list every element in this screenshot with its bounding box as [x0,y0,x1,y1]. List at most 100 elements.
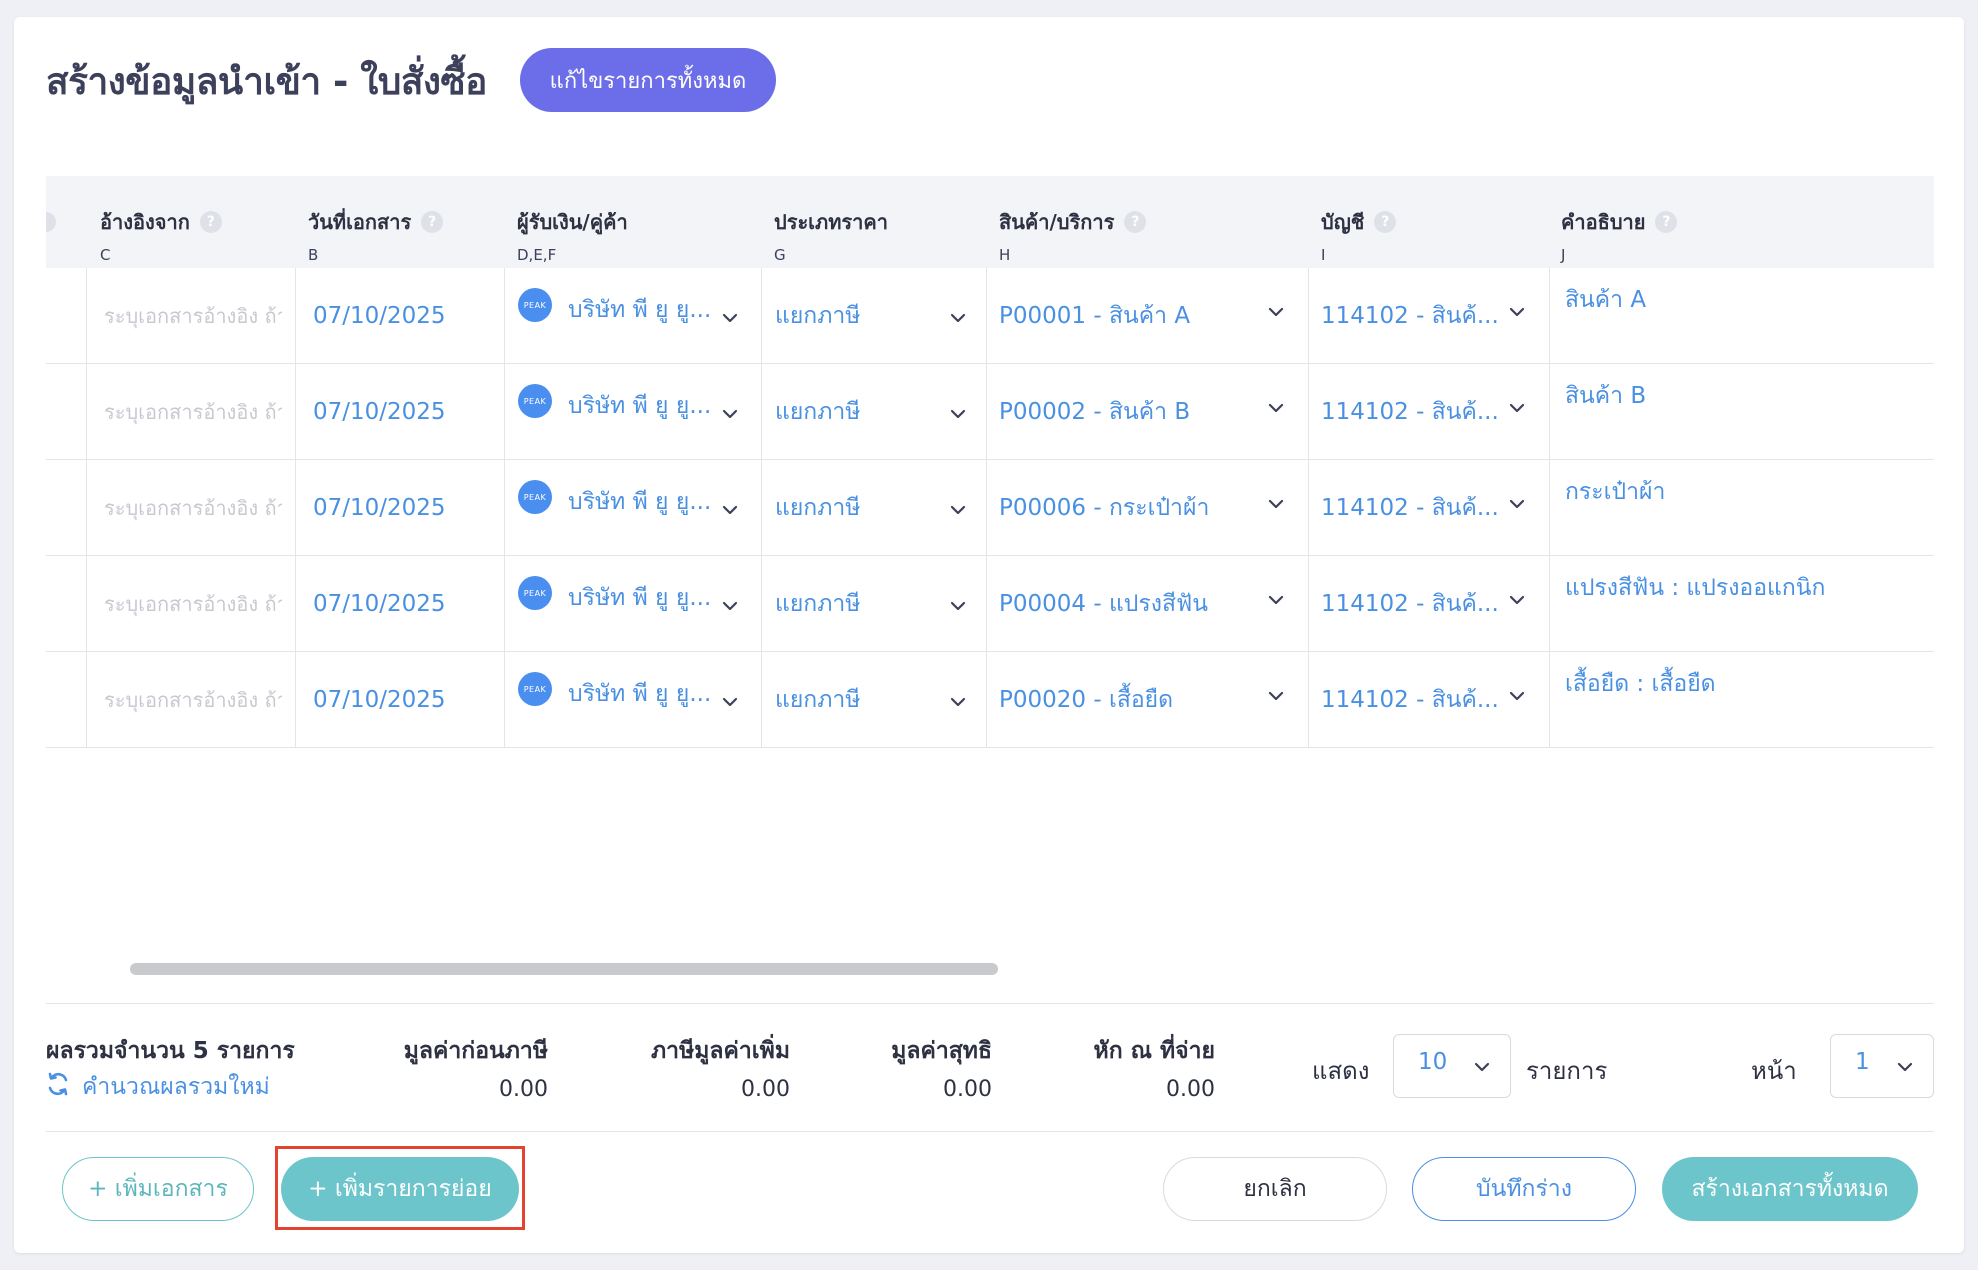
reference-input[interactable]: ระบุเอกสารอ้างอิง ถ้ามี [104,268,282,363]
column-divider [986,364,987,459]
chevron-down-icon [1895,1057,1915,1077]
chevron-down-icon[interactable] [720,596,740,616]
price-type-select[interactable]: แยกภาษี [775,652,860,747]
summary-count: ผลรวมจำนวน 5 รายการ [46,1038,295,1064]
product-select[interactable]: P00001 - สินค้า A [999,268,1190,363]
column-header-description: คำอธิบาย? J [1561,206,1678,264]
chevron-down-icon[interactable] [1266,590,1286,610]
chevron-down-icon[interactable] [1266,302,1286,322]
column-divider [504,556,505,651]
add-document-button[interactable]: + เพิ่มเอกสาร [62,1157,254,1221]
description-input[interactable]: สินค้า A [1565,282,1646,318]
contact-select[interactable]: PEAK บริษัท พี ยู ยู... [518,364,711,459]
edit-all-button[interactable]: แก้ไขรายการทั้งหมด [520,48,776,112]
chevron-down-icon[interactable] [1507,686,1527,706]
contact-select[interactable]: PEAK บริษัท พี ยู ยู... [518,268,711,363]
table-row: ระบุเอกสารอ้างอิง ถ้ามี 07/10/2025 PEAK บริ… [46,652,1934,748]
column-divider [1308,652,1309,747]
document-date[interactable]: 07/10/2025 [313,268,446,363]
column-divider [295,364,296,459]
description-input[interactable]: แปรงสีฟัน : แปรงออแกนิก [1565,570,1825,606]
peak-logo: PEAK [518,480,552,514]
column-divider [1308,268,1309,363]
divider [46,1131,1934,1132]
product-select[interactable]: P00004 - แปรงสีฟัน [999,556,1208,651]
create-all-button[interactable]: สร้างเอกสารทั้งหมด [1662,1157,1918,1221]
peak-logo: PEAK [518,384,552,418]
description-input[interactable]: เสื้อยืด : เสื้อยืด [1565,666,1716,702]
help-icon[interactable]: ? [199,211,222,233]
chevron-down-icon[interactable] [948,404,968,424]
chevron-down-icon[interactable] [1507,302,1527,322]
column-divider [986,460,987,555]
column-divider [1549,460,1550,555]
document-date[interactable]: 07/10/2025 [313,652,446,747]
chevron-down-icon[interactable] [948,692,968,712]
chevron-down-icon[interactable] [948,308,968,328]
price-type-select[interactable]: แยกภาษี [775,364,860,459]
contact-value: บริษัท พี ยู ยู... [568,489,712,515]
column-divider [761,364,762,459]
peak-logo: PEAK [518,288,552,322]
contact-select[interactable]: PEAK บริษัท พี ยู ยู... [518,460,711,555]
product-select[interactable]: P00002 - สินค้า B [999,364,1190,459]
page-label: หน้า [1751,1057,1797,1085]
product-select[interactable]: P00020 - เสื้อยืด [999,652,1173,747]
column-divider [295,460,296,555]
contact-value: บริษัท พี ยู ยู... [568,297,712,323]
account-select[interactable]: 114102 - สินค้... [1321,460,1499,555]
account-select[interactable]: 114102 - สินค้... [1321,556,1499,651]
help-icon[interactable]: ? [1124,211,1147,233]
document-date[interactable]: 07/10/2025 [313,364,446,459]
account-select[interactable]: 114102 - สินค้... [1321,364,1499,459]
help-icon[interactable]: ? [1655,211,1678,233]
chevron-down-icon[interactable] [1507,494,1527,514]
contact-select[interactable]: PEAK บริษัท พี ยู ยู... [518,652,711,747]
product-select[interactable]: P00006 - กระเป๋าผ้า [999,460,1209,555]
reference-input[interactable]: ระบุเอกสารอ้างอิง ถ้ามี [104,364,282,459]
chevron-down-icon[interactable] [948,500,968,520]
description-input[interactable]: กระเป๋าผ้า [1565,474,1665,510]
contact-value: บริษัท พี ยู ยู... [568,681,712,707]
cancel-button[interactable]: ยกเลิก [1163,1157,1387,1221]
horizontal-scrollbar[interactable] [130,963,998,975]
help-icon[interactable]: ? [421,211,444,233]
reference-input[interactable]: ระบุเอกสารอ้างอิง ถ้ามี [104,652,282,747]
chevron-down-icon[interactable] [720,692,740,712]
price-type-select[interactable]: แยกภาษี [775,268,860,363]
chevron-down-icon[interactable] [720,308,740,328]
column-divider [761,268,762,363]
chevron-down-icon[interactable] [720,404,740,424]
chevron-down-icon[interactable] [948,596,968,616]
reference-input[interactable]: ระบุเอกสารอ้างอิง ถ้ามี [104,556,282,651]
page-size-select[interactable]: 10 [1393,1034,1511,1098]
summary-subtotal: มูลค่าก่อนภาษี 0.00 [403,1038,548,1102]
page-select[interactable]: 1 [1830,1034,1934,1098]
chevron-down-icon[interactable] [1266,494,1286,514]
import-table: อ้างอิงจาก? C วันที่เอกสาร? B ผู้รับเงิน… [46,176,1934,748]
save-draft-button[interactable]: บันทึกร่าง [1412,1157,1636,1221]
chevron-down-icon[interactable] [1266,398,1286,418]
document-date[interactable]: 07/10/2025 [313,556,446,651]
price-type-select[interactable]: แยกภาษี [775,460,860,555]
column-header-product: สินค้า/บริการ? H [999,206,1147,264]
items-label: รายการ [1526,1057,1608,1085]
account-select[interactable]: 114102 - สินค้... [1321,652,1499,747]
column-divider [295,652,296,747]
recalculate-link[interactable]: คำนวณผลรวมใหม่ [46,1069,270,1105]
column-divider [504,652,505,747]
column-header-price-type: ประเภทราคา G [774,210,888,264]
chevron-down-icon[interactable] [1507,398,1527,418]
table-header: อ้างอิงจาก? C วันที่เอกสาร? B ผู้รับเงิน… [46,176,1934,268]
price-type-select[interactable]: แยกภาษี [775,556,860,651]
account-select[interactable]: 114102 - สินค้... [1321,268,1499,363]
chevron-down-icon[interactable] [720,500,740,520]
help-icon[interactable]: ? [1374,211,1397,233]
description-input[interactable]: สินค้า B [1565,378,1646,414]
reference-input[interactable]: ระบุเอกสารอ้างอิง ถ้ามี [104,460,282,555]
chevron-down-icon[interactable] [1507,590,1527,610]
peak-logo: PEAK [518,576,552,610]
contact-select[interactable]: PEAK บริษัท พี ยู ยู... [518,556,711,651]
chevron-down-icon[interactable] [1266,686,1286,706]
document-date[interactable]: 07/10/2025 [313,460,446,555]
